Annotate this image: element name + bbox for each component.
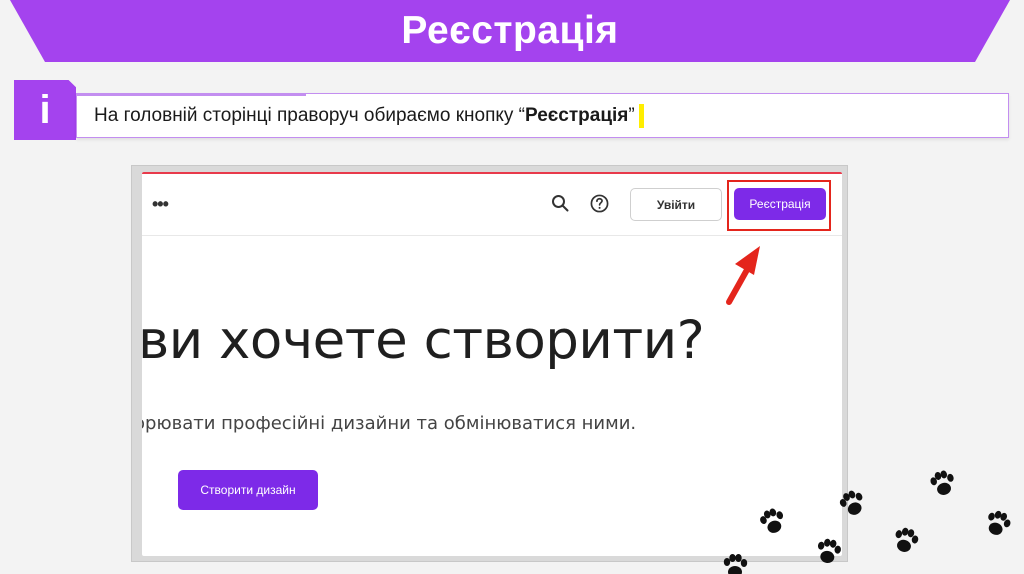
paw-icon xyxy=(928,468,958,498)
paw-icon xyxy=(983,508,1014,539)
create-design-button[interactable]: Створити дизайн xyxy=(178,470,318,510)
instruction-prefix: На головній сторінці праворуч обираємо к… xyxy=(94,104,526,126)
info-badge: i xyxy=(14,80,76,140)
paw-icon xyxy=(891,525,921,555)
paw-icon xyxy=(723,554,748,574)
screenshot-subline: орювати професійні дизайни та обмінювати… xyxy=(142,413,637,434)
instruction-suffix: ” xyxy=(628,104,635,126)
title-banner: Реєстрація xyxy=(10,0,1010,62)
paw-icon xyxy=(836,487,869,519)
instruction-text: На головній сторінці праворуч обираємо к… xyxy=(94,105,635,127)
info-badge-letter: i xyxy=(39,87,51,132)
paw-icon xyxy=(757,505,788,537)
instruction-bold: Реєстрація xyxy=(525,104,629,126)
screenshot-headline: ви хочете створити? xyxy=(142,310,705,371)
paw-prints-decoration xyxy=(723,468,1014,574)
instruction-box: На головній сторінці праворуч обираємо к… xyxy=(76,93,1009,138)
yellow-marker xyxy=(638,103,644,128)
paw-icon xyxy=(815,537,843,565)
slide-title: Реєстрація xyxy=(401,9,619,52)
